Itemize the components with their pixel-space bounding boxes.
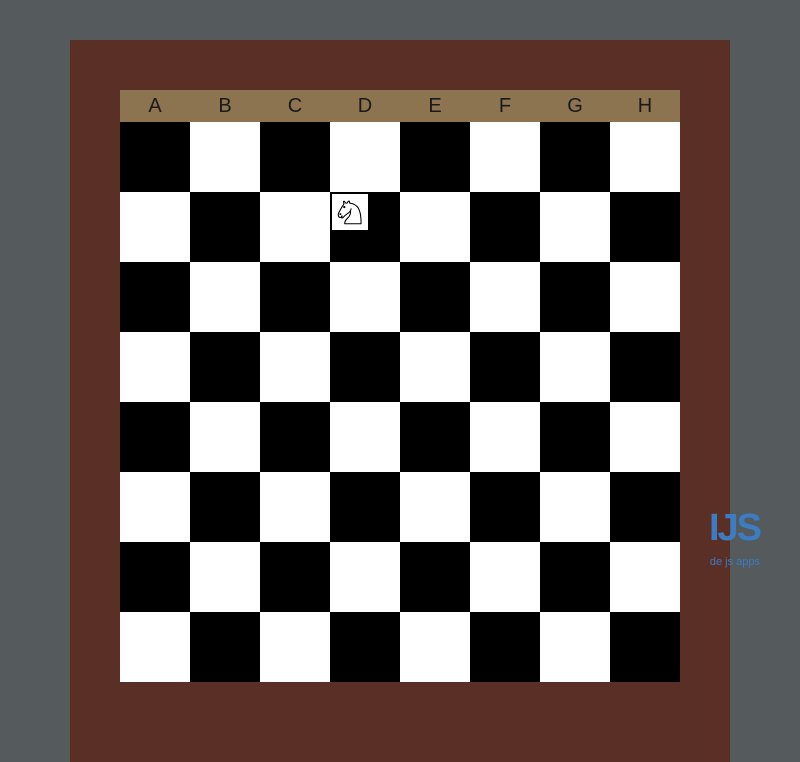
square-g4[interactable] — [540, 332, 610, 402]
square-g8[interactable] — [540, 612, 610, 682]
file-label-e: E — [400, 90, 470, 122]
square-b8[interactable] — [190, 612, 260, 682]
file-label-g: G — [540, 90, 610, 122]
watermark-logo: IJS — [709, 507, 760, 550]
square-c1[interactable] — [260, 122, 330, 192]
square-a1[interactable] — [120, 122, 190, 192]
square-b4[interactable] — [190, 332, 260, 402]
square-b2[interactable] — [190, 192, 260, 262]
file-label-a: A — [120, 90, 190, 122]
square-c2[interactable] — [260, 192, 330, 262]
square-f5[interactable] — [470, 402, 540, 472]
file-label-d: D — [330, 90, 400, 122]
square-g3[interactable] — [540, 262, 610, 332]
square-g6[interactable] — [540, 472, 610, 542]
square-c3[interactable] — [260, 262, 330, 332]
square-a5[interactable] — [120, 402, 190, 472]
square-h6[interactable] — [610, 472, 680, 542]
square-b5[interactable] — [190, 402, 260, 472]
square-e8[interactable] — [400, 612, 470, 682]
square-b1[interactable] — [190, 122, 260, 192]
square-f3[interactable] — [470, 262, 540, 332]
square-g7[interactable] — [540, 542, 610, 612]
square-d6[interactable] — [330, 472, 400, 542]
square-h2[interactable] — [610, 192, 680, 262]
watermark-sub: de js apps — [710, 556, 760, 568]
square-g1[interactable] — [540, 122, 610, 192]
square-d4[interactable] — [330, 332, 400, 402]
square-e7[interactable] — [400, 542, 470, 612]
chess-board[interactable] — [120, 122, 680, 682]
square-d2[interactable] — [330, 192, 400, 262]
square-f8[interactable] — [470, 612, 540, 682]
square-h7[interactable] — [610, 542, 680, 612]
square-c8[interactable] — [260, 612, 330, 682]
square-b3[interactable] — [190, 262, 260, 332]
square-g2[interactable] — [540, 192, 610, 262]
square-b6[interactable] — [190, 472, 260, 542]
square-h4[interactable] — [610, 332, 680, 402]
square-f7[interactable] — [470, 542, 540, 612]
square-c4[interactable] — [260, 332, 330, 402]
square-h3[interactable] — [610, 262, 680, 332]
square-e2[interactable] — [400, 192, 470, 262]
square-f4[interactable] — [470, 332, 540, 402]
file-label-b: B — [190, 90, 260, 122]
square-a6[interactable] — [120, 472, 190, 542]
board-frame: A B C D E F G H — [70, 40, 730, 762]
square-d7[interactable] — [330, 542, 400, 612]
square-h1[interactable] — [610, 122, 680, 192]
square-d1[interactable] — [330, 122, 400, 192]
square-c6[interactable] — [260, 472, 330, 542]
square-f2[interactable] — [470, 192, 540, 262]
square-h8[interactable] — [610, 612, 680, 682]
square-e1[interactable] — [400, 122, 470, 192]
square-e5[interactable] — [400, 402, 470, 472]
white-knight-icon[interactable] — [332, 194, 368, 230]
square-b7[interactable] — [190, 542, 260, 612]
square-c7[interactable] — [260, 542, 330, 612]
file-label-f: F — [470, 90, 540, 122]
file-label-h: H — [610, 90, 680, 122]
square-f1[interactable] — [470, 122, 540, 192]
square-a2[interactable] — [120, 192, 190, 262]
square-h5[interactable] — [610, 402, 680, 472]
square-a4[interactable] — [120, 332, 190, 402]
square-d5[interactable] — [330, 402, 400, 472]
square-f6[interactable] — [470, 472, 540, 542]
square-a7[interactable] — [120, 542, 190, 612]
square-d8[interactable] — [330, 612, 400, 682]
square-c5[interactable] — [260, 402, 330, 472]
square-a8[interactable] — [120, 612, 190, 682]
square-e6[interactable] — [400, 472, 470, 542]
square-d3[interactable] — [330, 262, 400, 332]
square-e3[interactable] — [400, 262, 470, 332]
square-g5[interactable] — [540, 402, 610, 472]
square-a3[interactable] — [120, 262, 190, 332]
file-labels-row: A B C D E F G H — [120, 90, 680, 122]
file-label-c: C — [260, 90, 330, 122]
square-e4[interactable] — [400, 332, 470, 402]
